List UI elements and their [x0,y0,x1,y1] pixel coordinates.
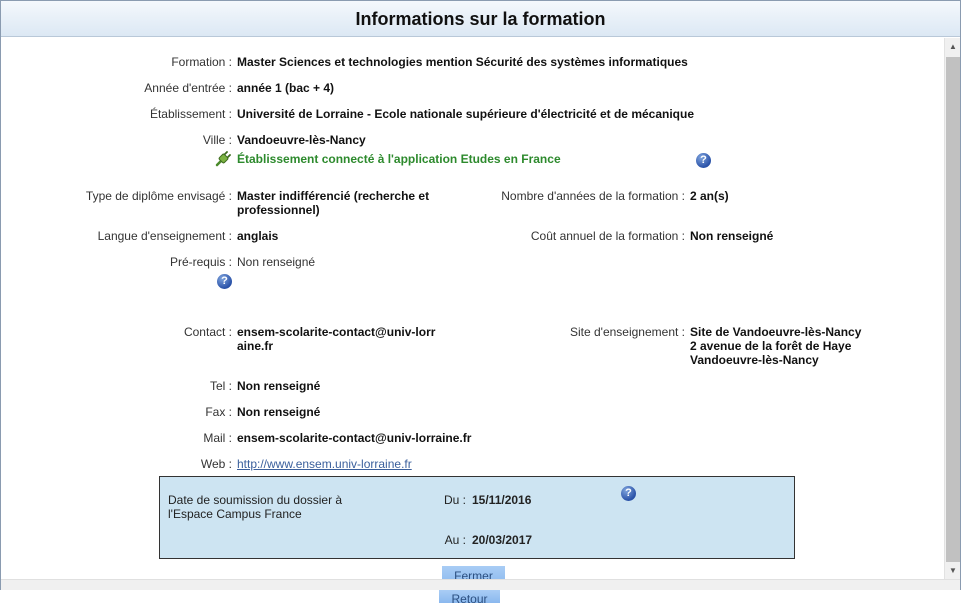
tel-value: Non renseigné [237,379,321,393]
submission-dates-box: Date de soumission du dossier à l'Espace… [159,476,795,559]
site-label: Site d'enseignement : [569,325,685,339]
etablissement-value: Université de Lorraine - Ecole nationale… [237,107,695,121]
du-label: Du : [443,493,466,507]
nb-annees-label: Nombre d'années de la formation : [501,189,685,203]
tel-label: Tel : [209,379,232,393]
langue-value: anglais [237,229,279,243]
scroll-down-arrow-icon[interactable]: ▼ [945,562,961,579]
cout-value: Non renseigné [690,229,774,243]
du-value: 15/11/2016 [472,493,532,507]
scroll-thumb[interactable] [946,57,960,562]
site-line3: Vandoeuvre-lès-Nancy [690,353,819,367]
ville-value: Vandoeuvre-lès-Nancy [237,133,366,147]
formation-value: Master Sciences et technologies mention … [237,55,688,69]
nb-annees-value: 2 an(s) [690,189,729,203]
etablissement-label: Établissement : [149,107,232,121]
annee-value: année 1 (bac + 4) [237,81,335,95]
prerequis-value: Non renseigné [237,255,316,269]
dialog-title: Informations sur la formation [355,9,606,29]
dialog-titlebar: Informations sur la formation [1,1,960,37]
connected-status: Établissement connecté à l'application E… [237,152,561,166]
formation-dialog: Informations sur la formation Formation … [0,0,961,590]
help-icon[interactable]: ? [621,486,636,501]
langue-label: Langue d'enseignement : [97,229,232,243]
dialog-content: Formation : Master Sciences et technolog… [1,38,943,579]
scroll-up-arrow-icon[interactable]: ▲ [945,38,961,55]
mail-value: ensem-scolarite-contact@univ-lorraine.fr [237,431,472,445]
contact-value: ensem-scolarite-contact@univ-lorraine.fr [237,325,436,353]
site-line1: Site de Vandoeuvre-lès-Nancy [690,325,862,339]
plug-icon [215,151,231,167]
retour-button[interactable]: Retour [439,590,500,603]
fax-value: Non renseigné [237,405,321,419]
au-label: Au : [444,533,466,547]
ville-label: Ville : [202,133,232,147]
web-label: Web : [200,457,232,471]
prerequis-label: Pré-requis : [169,255,232,269]
cout-label: Coût annuel de la formation : [530,229,685,243]
fax-label: Fax : [205,405,232,419]
submission-label-line1: Date de soumission du dossier à [168,493,343,507]
au-value: 20/03/2017 [472,533,533,547]
submission-label-line2: l'Espace Campus France [168,507,302,521]
annee-label: Année d'entrée : [144,81,232,95]
dialog-bottom-bar [1,579,960,590]
contact-label: Contact : [183,325,232,339]
site-line2: 2 avenue de la forêt de Haye [690,339,852,353]
help-icon[interactable]: ? [217,274,232,289]
help-icon[interactable]: ? [696,153,711,168]
type-diplome-label: Type de diplôme envisagé : [85,189,232,203]
web-link[interactable]: http://www.ensem.univ-lorraine.fr [237,457,412,471]
type-diplome-value: Master indifférencié (recherche et profe… [237,189,430,217]
formation-label: Formation : [171,55,232,69]
mail-label: Mail : [203,431,232,445]
vertical-scrollbar[interactable]: ▲ ▼ [944,38,960,579]
fermer-button[interactable]: Fermer [442,566,505,579]
